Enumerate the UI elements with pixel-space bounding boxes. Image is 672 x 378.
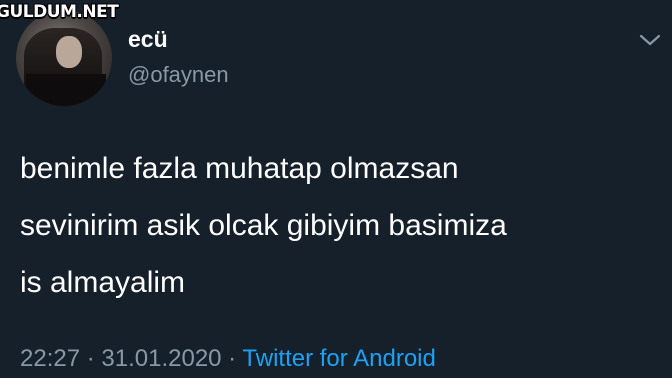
separator: · [80, 345, 102, 372]
tweet-date[interactable]: 31.01.2020 [101, 345, 221, 372]
tweet-line: benimle fazla muhatap olmazsan [20, 152, 459, 185]
tweet-metadata: 22:27 · 31.01.2020 · Twitter for Android [20, 345, 436, 373]
tweet-line: is almayalim [20, 266, 186, 299]
author-display-name[interactable]: ecü [128, 26, 168, 53]
tweet-line: sevinirim asik olcak gibiyim basimiza [20, 209, 507, 242]
tweet-text: benimle fazla muhatap olmazsan sevinirim… [20, 140, 660, 311]
separator: · [221, 345, 243, 372]
chevron-down-icon[interactable] [636, 30, 664, 50]
watermark-logo: GULDUM.NET [0, 2, 119, 22]
tweet-time[interactable]: 22:27 [20, 345, 80, 372]
tweet-source-link[interactable]: Twitter for Android [242, 345, 435, 372]
avatar[interactable] [16, 10, 112, 106]
author-handle[interactable]: @ofaynen [128, 62, 229, 88]
